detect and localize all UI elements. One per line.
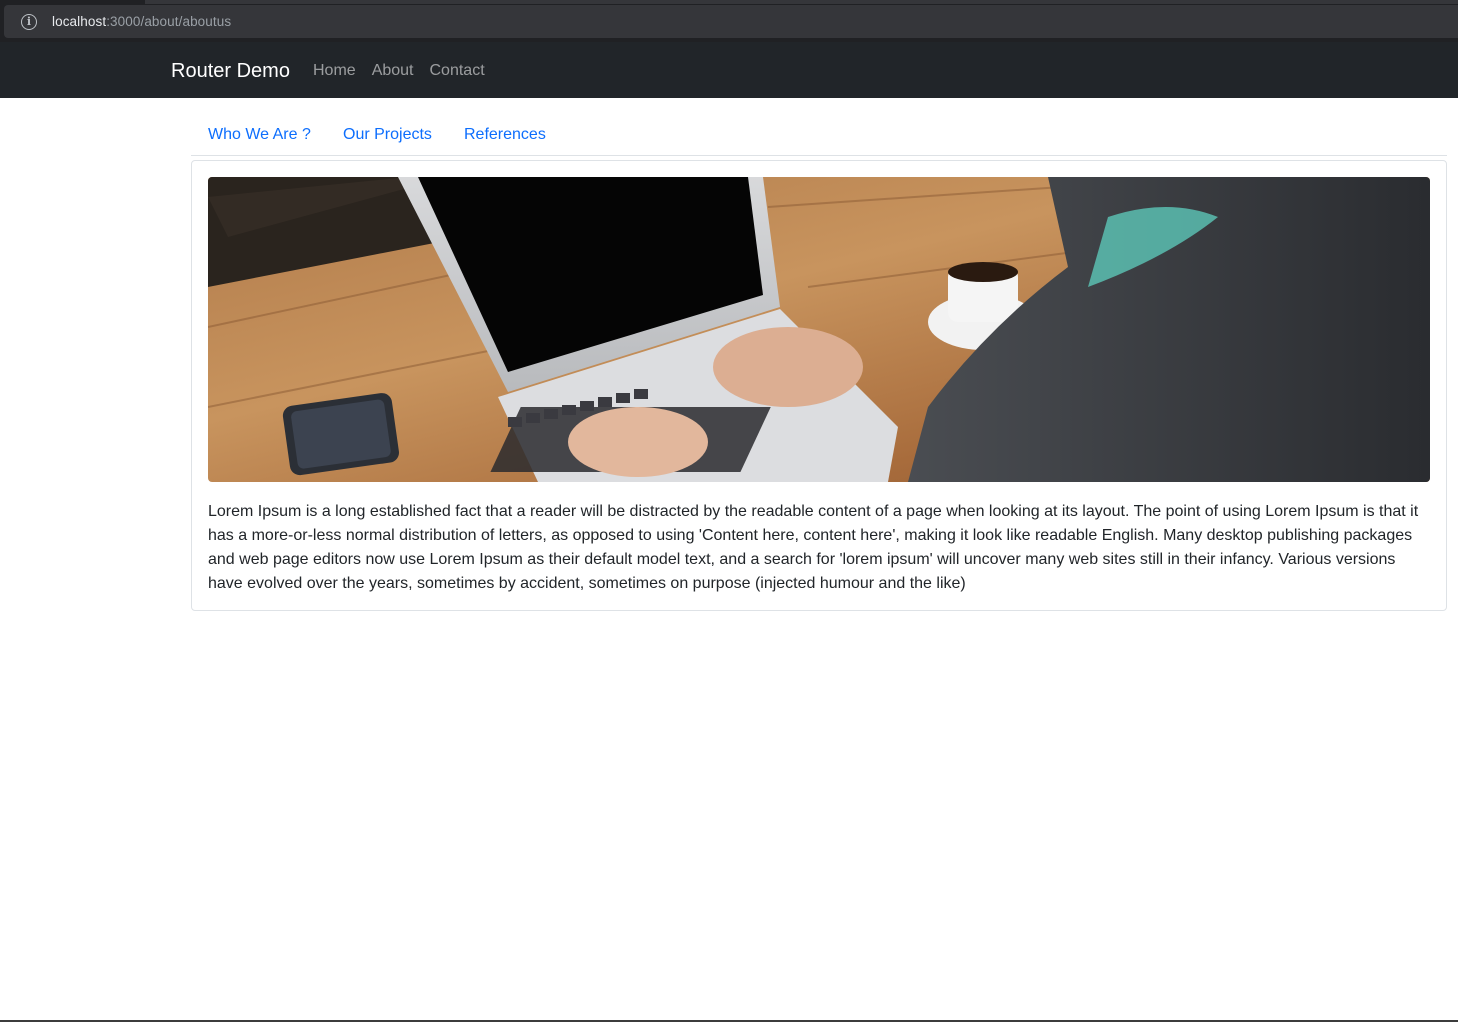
url-host: localhost <box>52 14 107 29</box>
navbar-brand[interactable]: Router Demo <box>171 59 290 83</box>
browser-toolbar: i localhost:3000/about/aboutus <box>0 0 1458 42</box>
hero-image <box>208 177 1430 482</box>
tab-strip <box>0 0 1458 4</box>
about-tabs: Who We Are ? Our Projects References <box>191 116 1447 156</box>
navbar: Router Demo Home About Contact <box>0 42 1458 98</box>
nav-link-about[interactable]: About <box>372 61 414 81</box>
nav-links: Home About Contact <box>313 61 485 81</box>
tab-references[interactable]: References <box>464 125 546 145</box>
address-bar[interactable]: i localhost:3000/about/aboutus <box>4 5 1458 38</box>
tab-our-projects[interactable]: Our Projects <box>343 125 432 145</box>
nav-link-contact[interactable]: Contact <box>430 61 485 81</box>
tab-who-we-are[interactable]: Who We Are ? <box>208 125 311 145</box>
content-card: Lorem Ipsum is a long established fact t… <box>191 160 1447 611</box>
card-paragraph: Lorem Ipsum is a long established fact t… <box>208 503 1419 592</box>
info-icon[interactable]: i <box>21 13 37 30</box>
url-text[interactable]: localhost:3000/about/aboutus <box>52 14 231 29</box>
url-path: :3000/about/aboutus <box>106 14 232 29</box>
nav-link-home[interactable]: Home <box>313 61 356 81</box>
